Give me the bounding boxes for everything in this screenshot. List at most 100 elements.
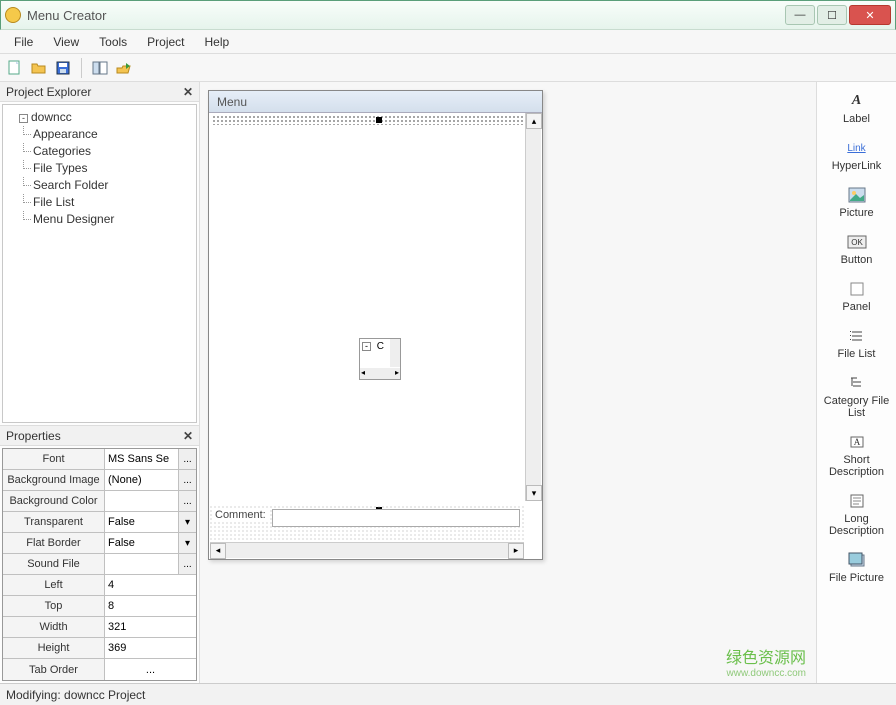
property-value-input[interactable]	[105, 596, 196, 616]
menu-file[interactable]: File	[6, 32, 41, 52]
ellipsis-button[interactable]: ...	[178, 491, 196, 511]
design-window-title[interactable]: Menu	[209, 91, 542, 113]
panel-icon	[847, 280, 867, 298]
tree-item-filelist[interactable]: File List	[33, 194, 194, 211]
property-value-input[interactable]	[105, 575, 196, 595]
tree-item-menudesigner[interactable]: Menu Designer	[33, 211, 194, 228]
property-value-input[interactable]	[105, 491, 178, 511]
ellipsis-button[interactable]: ...	[178, 470, 196, 490]
app-icon	[5, 7, 21, 23]
property-name: Background Color	[3, 491, 105, 511]
minimize-button[interactable]: —	[785, 5, 815, 25]
scrollbar-vertical[interactable]	[390, 339, 400, 367]
properties-title: Properties	[6, 429, 61, 443]
property-row: Tab Order...	[3, 659, 196, 680]
toolbox-label[interactable]: A Label	[822, 92, 892, 125]
property-name: Sound File	[3, 554, 105, 574]
design-window[interactable]: Menu - C ◂ ▸ ▴ ▾	[208, 90, 543, 560]
project-tree[interactable]: -downcc Appearance Categories File Types…	[2, 104, 197, 423]
toolbox-shortdesc[interactable]: A Short Description	[822, 433, 892, 478]
dropdown-button[interactable]: ▾	[178, 512, 196, 532]
property-row: Flat Border▾	[3, 533, 196, 554]
scroll-up-icon[interactable]: ▴	[526, 113, 542, 129]
properties-header: Properties ✕	[0, 426, 199, 446]
status-text: Modifying: downcc Project	[6, 688, 145, 702]
toolbox-hyperlink[interactable]: Link HyperLink	[822, 139, 892, 172]
label-icon: A	[847, 92, 867, 110]
property-value-input[interactable]	[105, 638, 196, 658]
menubar: File View Tools Project Help	[0, 30, 896, 54]
scrollbar-vertical[interactable]: ▴ ▾	[525, 113, 541, 501]
ellipsis-button[interactable]: ...	[178, 449, 196, 469]
properties-grid: Font...Background Image...Background Col…	[2, 448, 197, 681]
button-icon: OK	[847, 233, 867, 251]
layout-icon[interactable]	[91, 59, 109, 77]
window-titlebar: Menu Creator — ☐ ✕	[0, 0, 896, 30]
project-explorer-header: Project Explorer ✕	[0, 82, 199, 102]
save-icon[interactable]	[54, 59, 72, 77]
property-value-input[interactable]	[105, 512, 178, 532]
menu-project[interactable]: Project	[139, 32, 192, 52]
toolbox-panel[interactable]: Panel	[822, 280, 892, 313]
property-value-input[interactable]	[105, 470, 178, 490]
property-row: Sound File...	[3, 554, 196, 575]
property-row: Left	[3, 575, 196, 596]
comment-area: Comment:	[209, 505, 524, 541]
expand-icon[interactable]: -	[362, 342, 371, 351]
property-value-input[interactable]	[105, 449, 178, 469]
property-name: Tab Order	[3, 659, 105, 680]
tree-root[interactable]: -downcc Appearance Categories File Types…	[19, 109, 194, 228]
property-name: Left	[3, 575, 105, 595]
tree-item-appearance[interactable]: Appearance	[33, 126, 194, 143]
property-name: Top	[3, 596, 105, 616]
property-row: Font...	[3, 449, 196, 470]
toolbar-separator	[81, 58, 82, 78]
dropdown-button[interactable]: ▾	[178, 533, 196, 553]
comment-input[interactable]	[272, 509, 520, 527]
open-folder-icon[interactable]	[30, 59, 48, 77]
toolbox-button[interactable]: OK Button	[822, 233, 892, 266]
property-row: Top	[3, 596, 196, 617]
ellipsis-button[interactable]: ...	[178, 554, 196, 574]
property-value-input[interactable]	[105, 617, 196, 637]
resize-handle-icon[interactable]	[376, 117, 382, 123]
property-row: Background Color...	[3, 491, 196, 512]
hyperlink-icon: Link	[847, 139, 867, 157]
statusbar: Modifying: downcc Project	[0, 683, 896, 705]
tree-item-categories[interactable]: Categories	[33, 143, 194, 160]
scrollbar-horizontal[interactable]: ◂ ▸	[210, 542, 524, 558]
property-value-button[interactable]: ...	[105, 664, 196, 676]
properties-close-icon[interactable]: ✕	[183, 429, 193, 443]
toolbox-longdesc[interactable]: Long Description	[822, 492, 892, 537]
maximize-button[interactable]: ☐	[817, 5, 847, 25]
collapse-icon[interactable]: -	[19, 114, 28, 123]
run-icon[interactable]	[115, 59, 133, 77]
toolbox-filepicture[interactable]: File Picture	[822, 551, 892, 584]
close-button[interactable]: ✕	[849, 5, 891, 25]
tree-item-searchfolder[interactable]: Search Folder	[33, 177, 194, 194]
property-name: Transparent	[3, 512, 105, 532]
property-name: Height	[3, 638, 105, 658]
toolbox-filelist[interactable]: File List	[822, 327, 892, 360]
menu-view[interactable]: View	[45, 32, 87, 52]
mini-tree-panel[interactable]: - C ◂ ▸	[359, 338, 401, 380]
toolbox-categoryfilelist[interactable]: Category File List	[822, 374, 892, 419]
comment-label: Comment:	[213, 509, 268, 521]
menu-tools[interactable]: Tools	[91, 32, 135, 52]
toolbox-picture[interactable]: Picture	[822, 186, 892, 219]
tree-item-filetypes[interactable]: File Types	[33, 160, 194, 177]
property-row: Transparent ▾	[3, 512, 196, 533]
new-file-icon[interactable]	[6, 59, 24, 77]
property-value-input[interactable]	[105, 554, 178, 574]
project-explorer-close-icon[interactable]: ✕	[183, 85, 193, 99]
scrollbar-horizontal[interactable]: ◂ ▸	[360, 368, 400, 379]
scroll-left-icon[interactable]: ◂	[210, 543, 226, 559]
selection-marker[interactable]	[212, 115, 524, 125]
filepicture-icon	[847, 551, 867, 569]
scroll-down-icon[interactable]: ▾	[526, 485, 542, 501]
longdesc-icon	[847, 492, 867, 510]
property-value-input[interactable]	[105, 533, 178, 553]
property-name: Background Image	[3, 470, 105, 490]
menu-help[interactable]: Help	[197, 32, 238, 52]
scroll-right-icon[interactable]: ▸	[508, 543, 524, 559]
